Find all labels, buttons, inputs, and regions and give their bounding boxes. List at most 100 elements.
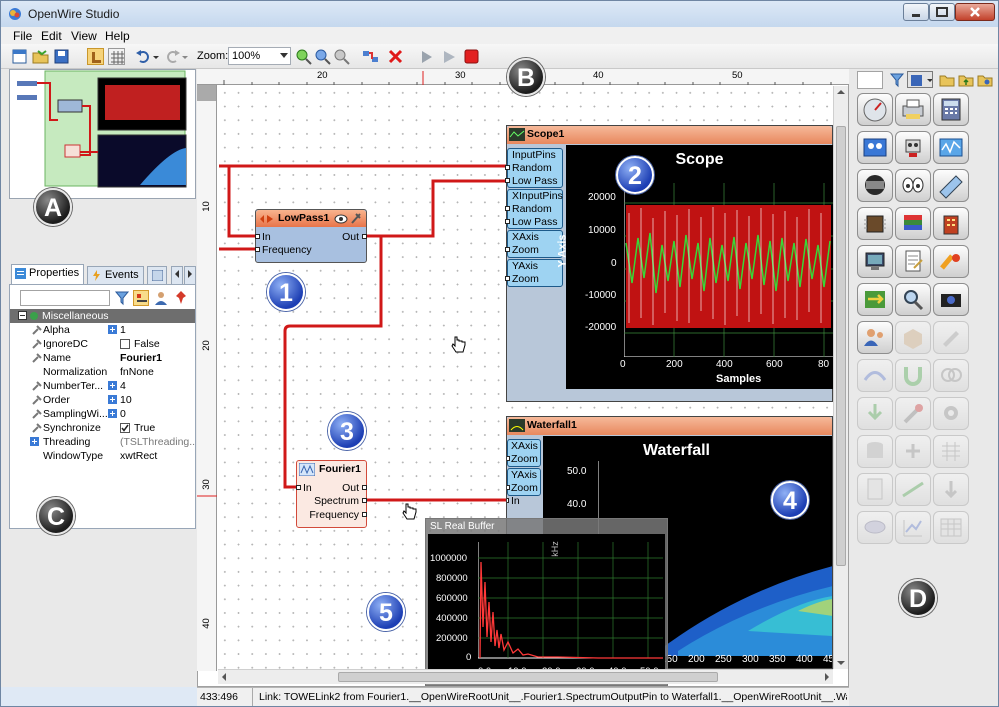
- horizontal-scroll-thumb[interactable]: [338, 672, 718, 682]
- wire-random-to-lowpass[interactable]: [219, 164, 257, 238]
- pin-spectrum[interactable]: [362, 498, 367, 503]
- scope-component[interactable]: Scope1 InputPins Random Low Pass XInputP…: [505, 125, 833, 402]
- pin-label: Zoom: [511, 453, 538, 465]
- palette-database-button: [857, 435, 893, 468]
- palette-search-input[interactable]: [857, 71, 883, 89]
- pin-zoom[interactable]: [505, 247, 510, 252]
- pin-frequency[interactable]: [255, 247, 260, 252]
- palette-building-button[interactable]: [933, 207, 969, 240]
- palette-robot-button[interactable]: [895, 131, 931, 164]
- pin-in[interactable]: [255, 234, 260, 239]
- buffer-preview-window[interactable]: SL Real Buffer 1000000 800000 600000 400…: [425, 518, 668, 686]
- palette-tools-button[interactable]: [933, 245, 969, 278]
- palette-users-button[interactable]: [857, 321, 893, 354]
- scope-xtick: 400: [716, 359, 733, 370]
- calculator-icon: [941, 98, 961, 121]
- pin-random[interactable]: [505, 206, 510, 211]
- component-palette: D: [849, 69, 998, 706]
- signal-icon: [939, 138, 963, 157]
- palette-view-icon[interactable]: [907, 71, 933, 88]
- scroll-down-icon[interactable]: [834, 657, 848, 669]
- palette-arrows-button[interactable]: [857, 283, 893, 316]
- waterfall-xaxis-group[interactable]: XAxis Zoom: [507, 439, 541, 467]
- palette-wrench-button: [895, 397, 931, 430]
- buffer-ytick: 800000: [436, 573, 468, 584]
- pin-in[interactable]: [296, 485, 301, 490]
- pin-random[interactable]: [505, 165, 510, 170]
- pin-zoom[interactable]: [507, 485, 510, 490]
- callout-2: 2: [616, 156, 654, 194]
- waterfall-ytick: 50.0: [567, 466, 587, 477]
- lowpass-component[interactable]: LowPass1 In Frequency Out: [255, 209, 367, 263]
- pin-frequency[interactable]: [362, 512, 367, 517]
- fourier-component-icon: [299, 463, 315, 476]
- folder-settings-icon[interactable]: [977, 72, 993, 88]
- palette-grid-button: [933, 435, 969, 468]
- waterfall-header[interactable]: Waterfall1: [507, 417, 832, 435]
- scope-xinputpins-group[interactable]: XInputPins Random Low Pass: [505, 189, 563, 229]
- callout-5: 5: [367, 593, 405, 631]
- palette-line-button: [895, 473, 931, 506]
- palette-download-button: [857, 397, 893, 430]
- palette-search-button[interactable]: [895, 283, 931, 316]
- pin-zoom[interactable]: [507, 456, 510, 461]
- pin-out[interactable]: [362, 234, 367, 239]
- palette-arrow-down-button: [933, 473, 969, 506]
- palette-signal-button[interactable]: [933, 131, 969, 164]
- pin-low-pass[interactable]: [505, 178, 510, 183]
- pin-label: Frequency: [262, 244, 312, 256]
- palette-network-button[interactable]: [857, 131, 893, 164]
- chip-icon: [864, 215, 886, 233]
- scope-chart[interactable]: Scope Y Axis 20000 10000 0 -10000 -20000…: [557, 145, 833, 389]
- vertical-scroll-thumb[interactable]: [836, 126, 846, 566]
- scope-xaxis-group[interactable]: XAxis Zoom: [505, 230, 563, 258]
- wire-lowpass-to-fourier[interactable]: [283, 234, 383, 489]
- fourier-component[interactable]: Fourier1 In Out Spectrum Frequency: [296, 460, 367, 528]
- wire-lowpass-to-scope[interactable]: [367, 179, 506, 238]
- canvas-horizontal-scrollbar[interactable]: [218, 669, 833, 684]
- curve-icon: [863, 371, 887, 381]
- palette-document-button[interactable]: [895, 245, 931, 278]
- palette-printer-button[interactable]: [895, 93, 931, 126]
- pin-label: In: [303, 482, 312, 494]
- palette-chip-button[interactable]: [857, 207, 893, 240]
- pin-low-pass[interactable]: [505, 219, 510, 224]
- scroll-right-icon[interactable]: [821, 670, 833, 684]
- plus-icon: [906, 444, 920, 458]
- filter-icon[interactable]: [889, 72, 905, 88]
- palette-books-button[interactable]: [895, 207, 931, 240]
- waterfall-xtick: 450: [823, 654, 832, 665]
- palette-page-button: [857, 473, 893, 506]
- waterfall-xtick: 350: [769, 654, 786, 665]
- waterfall-component-icon: [509, 419, 525, 432]
- eye-icon[interactable]: [334, 212, 364, 225]
- building-icon: [943, 215, 959, 235]
- lowpass-header[interactable]: LowPass1: [256, 210, 366, 227]
- callout-b: B: [507, 58, 545, 96]
- folder-up-icon[interactable]: [958, 72, 974, 88]
- palette-computer-button[interactable]: [857, 245, 893, 278]
- pin-out[interactable]: [362, 485, 367, 490]
- scope-plot-area: [624, 183, 833, 357]
- pin-in[interactable]: [507, 498, 509, 503]
- canvas-vertical-scrollbar[interactable]: [833, 86, 848, 669]
- pin-zoom[interactable]: [505, 276, 510, 281]
- palette-calculator-button[interactable]: [933, 93, 969, 126]
- scroll-up-icon[interactable]: [834, 86, 848, 98]
- scope-yaxis-group[interactable]: YAxis Zoom: [505, 259, 563, 287]
- palette-gauge-button[interactable]: [857, 93, 893, 126]
- palette-vision-button[interactable]: [895, 169, 931, 202]
- scope-header[interactable]: Scope1: [507, 126, 832, 144]
- scroll-left-icon[interactable]: [218, 670, 230, 684]
- palette-disc-button: [857, 511, 893, 544]
- scope-inputpins-group[interactable]: InputPins Random Low Pass: [505, 148, 563, 188]
- pin-group-label: XInputPins: [512, 190, 563, 202]
- palette-camera-button[interactable]: [933, 283, 969, 316]
- pin-label: Out: [342, 482, 359, 494]
- fourier-header[interactable]: Fourier1: [297, 461, 366, 478]
- palette-ruler-button[interactable]: [933, 169, 969, 202]
- folder-icon[interactable]: [939, 72, 955, 88]
- magnifier-icon: [904, 290, 924, 311]
- palette-media-button[interactable]: [857, 169, 893, 202]
- waterfall-yaxis-group[interactable]: YAxis Zoom: [507, 468, 541, 496]
